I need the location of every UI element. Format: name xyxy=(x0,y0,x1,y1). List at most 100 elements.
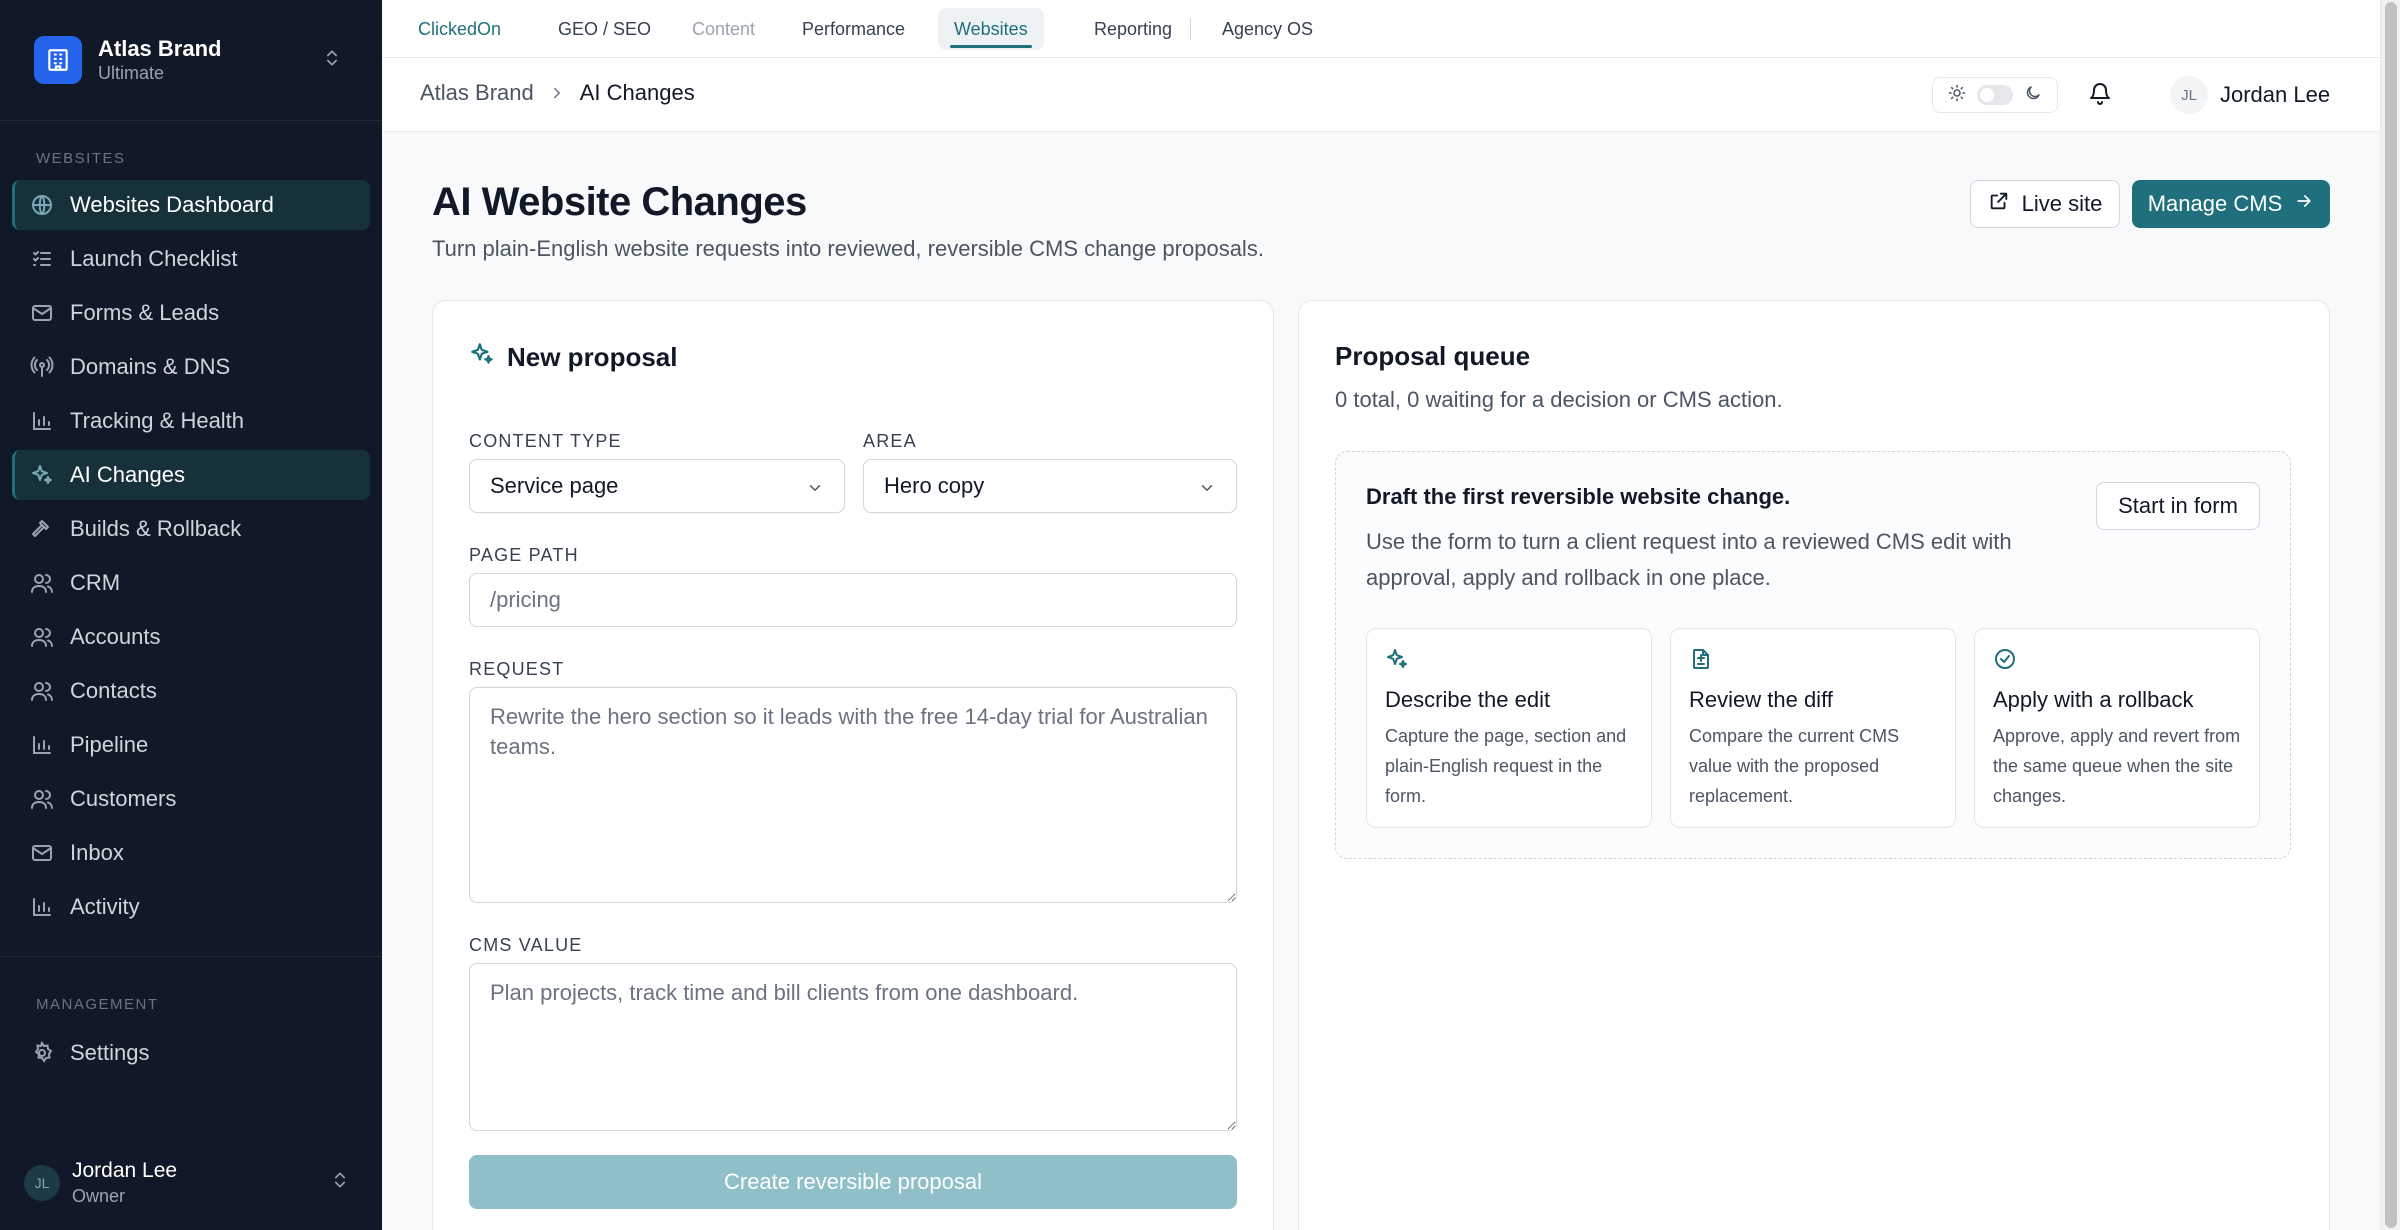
page-path-input[interactable] xyxy=(469,573,1237,627)
sparkles-icon xyxy=(469,341,507,374)
header-user-name: Jordan Lee xyxy=(2220,82,2331,107)
brand-switcher[interactable]: Atlas Brand Ultimate xyxy=(34,34,364,86)
sidebar-item-label: Accounts xyxy=(70,624,161,649)
bar-chart-icon xyxy=(30,733,54,757)
new-proposal-title: New proposal xyxy=(507,342,678,372)
sidebar-item-forms-leads[interactable]: Forms & Leads xyxy=(12,288,370,338)
bar-chart-icon xyxy=(30,895,54,919)
proposal-queue-card: Proposal queue 0 total, 0 waiting for a … xyxy=(1298,300,2330,1230)
sidebar-item-label: Contacts xyxy=(70,678,157,703)
sidebar-item-accounts[interactable]: Accounts xyxy=(12,612,370,662)
sidebar-item-websites-dashboard[interactable]: Websites Dashboard xyxy=(12,180,370,230)
sidebar-user-role: Owner xyxy=(72,1186,126,1206)
scrollbar[interactable] xyxy=(2380,0,2400,1230)
content-type-label: CONTENT TYPE xyxy=(469,431,622,451)
area-label: AREA xyxy=(863,431,917,451)
users-icon xyxy=(30,571,54,595)
manage-cms-button[interactable]: Manage CMS xyxy=(2132,180,2330,228)
tab-geo-seo[interactable]: GEO / SEO xyxy=(542,8,667,50)
users-icon xyxy=(30,679,54,703)
create-proposal-button[interactable]: Create reversible proposal xyxy=(469,1155,1237,1209)
area-select[interactable]: Hero copy xyxy=(863,459,1237,513)
sidebar-item-inbox[interactable]: Inbox xyxy=(12,828,370,878)
sidebar-item-label: CRM xyxy=(70,570,121,595)
sidebar-item-label: Pipeline xyxy=(70,732,149,757)
nav-divider xyxy=(1190,18,1191,40)
sparkles-icon xyxy=(1385,647,1633,673)
live-site-button[interactable]: Live site xyxy=(1970,180,2120,228)
page-title: AI Website Changes xyxy=(432,180,807,224)
area-value: Hero copy xyxy=(884,473,985,498)
theme-toggle[interactable] xyxy=(1932,77,2058,113)
avatar: JL xyxy=(2170,76,2208,114)
sidebar-divider xyxy=(0,120,382,121)
step-card-review: Review the diff Compare the current CMS … xyxy=(1670,628,1956,828)
step-desc: Compare the current CMS value with the p… xyxy=(1689,726,1900,806)
proposal-queue-summary: 0 total, 0 waiting for a decision or CMS… xyxy=(1335,387,1783,412)
sun-icon xyxy=(1948,84,1966,107)
tab-agency-os[interactable]: Agency OS xyxy=(1206,8,1329,50)
chevrons-up-down-icon xyxy=(322,48,342,73)
tab-websites[interactable]: Websites xyxy=(938,8,1044,50)
scrollbar-thumb[interactable] xyxy=(2385,2,2397,1228)
content-type-select[interactable]: Service page xyxy=(469,459,845,513)
external-link-icon xyxy=(1988,190,2022,218)
sidebar-user-menu[interactable]: JL Jordan Lee Owner xyxy=(24,1152,364,1214)
sidebar-item-label: Inbox xyxy=(70,840,124,865)
sidebar-item-label: Customers xyxy=(70,786,177,811)
sidebar-item-customers[interactable]: Customers xyxy=(12,774,370,824)
sidebar-item-launch-checklist[interactable]: Launch Checklist xyxy=(12,234,370,284)
sidebar-item-settings[interactable]: Settings xyxy=(12,1028,370,1078)
sidebar-item-label: Tracking & Health xyxy=(70,408,245,433)
sidebar-item-tracking-health[interactable]: Tracking & Health xyxy=(12,396,370,446)
tab-clickedon[interactable]: ClickedOn xyxy=(402,8,517,50)
tab-performance[interactable]: Performance xyxy=(786,8,921,50)
content-type-value: Service page xyxy=(490,473,619,498)
cms-value-textarea[interactable] xyxy=(469,963,1237,1131)
step-title: Describe the edit xyxy=(1385,687,1551,712)
user-menu[interactable]: JL Jordan Lee xyxy=(2170,76,2330,114)
check-circle-icon xyxy=(1993,647,2241,673)
sidebar-item-crm[interactable]: CRM xyxy=(12,558,370,608)
top-nav: ClickedOn GEO / SEO Content Performance … xyxy=(382,0,2380,58)
breadcrumb-current: AI Changes xyxy=(579,80,695,105)
sidebar-divider xyxy=(0,956,382,957)
bell-icon[interactable] xyxy=(2088,82,2112,111)
sidebar: Atlas Brand Ultimate WEBSITES Websites D… xyxy=(0,0,382,1230)
sidebar-item-builds-rollback[interactable]: Builds & Rollback xyxy=(12,504,370,554)
sidebar-item-label: Websites Dashboard xyxy=(70,192,274,217)
sidebar-item-ai-changes[interactable]: AI Changes xyxy=(12,450,370,500)
chevron-right-icon xyxy=(548,84,566,102)
sidebar-item-label: AI Changes xyxy=(70,462,185,487)
hammer-icon xyxy=(30,517,54,541)
header-bar: Atlas Brand AI Changes JL Jordan Lee xyxy=(382,58,2380,132)
manage-cms-label: Manage CMS xyxy=(2147,191,2283,216)
empty-state-title: Draft the first reversible website chang… xyxy=(1366,484,1791,509)
avatar: JL xyxy=(24,1165,60,1201)
step-card-describe: Describe the edit Capture the page, sect… xyxy=(1366,628,1652,828)
sidebar-item-domains-dns[interactable]: Domains & DNS xyxy=(12,342,370,392)
step-title: Review the diff xyxy=(1689,687,1833,712)
file-diff-icon xyxy=(1689,647,1937,673)
mail-icon xyxy=(30,301,54,325)
start-in-form-button[interactable]: Start in form xyxy=(2096,482,2260,530)
brand-name: Atlas Brand xyxy=(98,36,222,61)
breadcrumb: Atlas Brand AI Changes xyxy=(420,80,695,106)
gear-icon xyxy=(30,1041,54,1065)
sidebar-item-label: Launch Checklist xyxy=(70,246,238,271)
tab-reporting[interactable]: Reporting xyxy=(1078,8,1188,50)
sidebar-user-name: Jordan Lee xyxy=(72,1159,178,1182)
sidebar-item-pipeline[interactable]: Pipeline xyxy=(12,720,370,770)
breadcrumb-root[interactable]: Atlas Brand xyxy=(420,80,534,106)
sidebar-item-label: Builds & Rollback xyxy=(70,516,242,541)
radio-tower-icon xyxy=(30,355,54,379)
sidebar-item-label: Settings xyxy=(70,1040,150,1065)
sidebar-item-activity[interactable]: Activity xyxy=(12,882,370,932)
mail-icon xyxy=(30,841,54,865)
request-textarea[interactable] xyxy=(469,687,1237,903)
sidebar-item-contacts[interactable]: Contacts xyxy=(12,666,370,716)
brand-plan: Ultimate xyxy=(98,63,165,83)
proposal-queue-title: Proposal queue xyxy=(1335,341,1531,371)
tab-content[interactable]: Content xyxy=(676,8,771,50)
theme-switch[interactable] xyxy=(1976,85,2013,105)
